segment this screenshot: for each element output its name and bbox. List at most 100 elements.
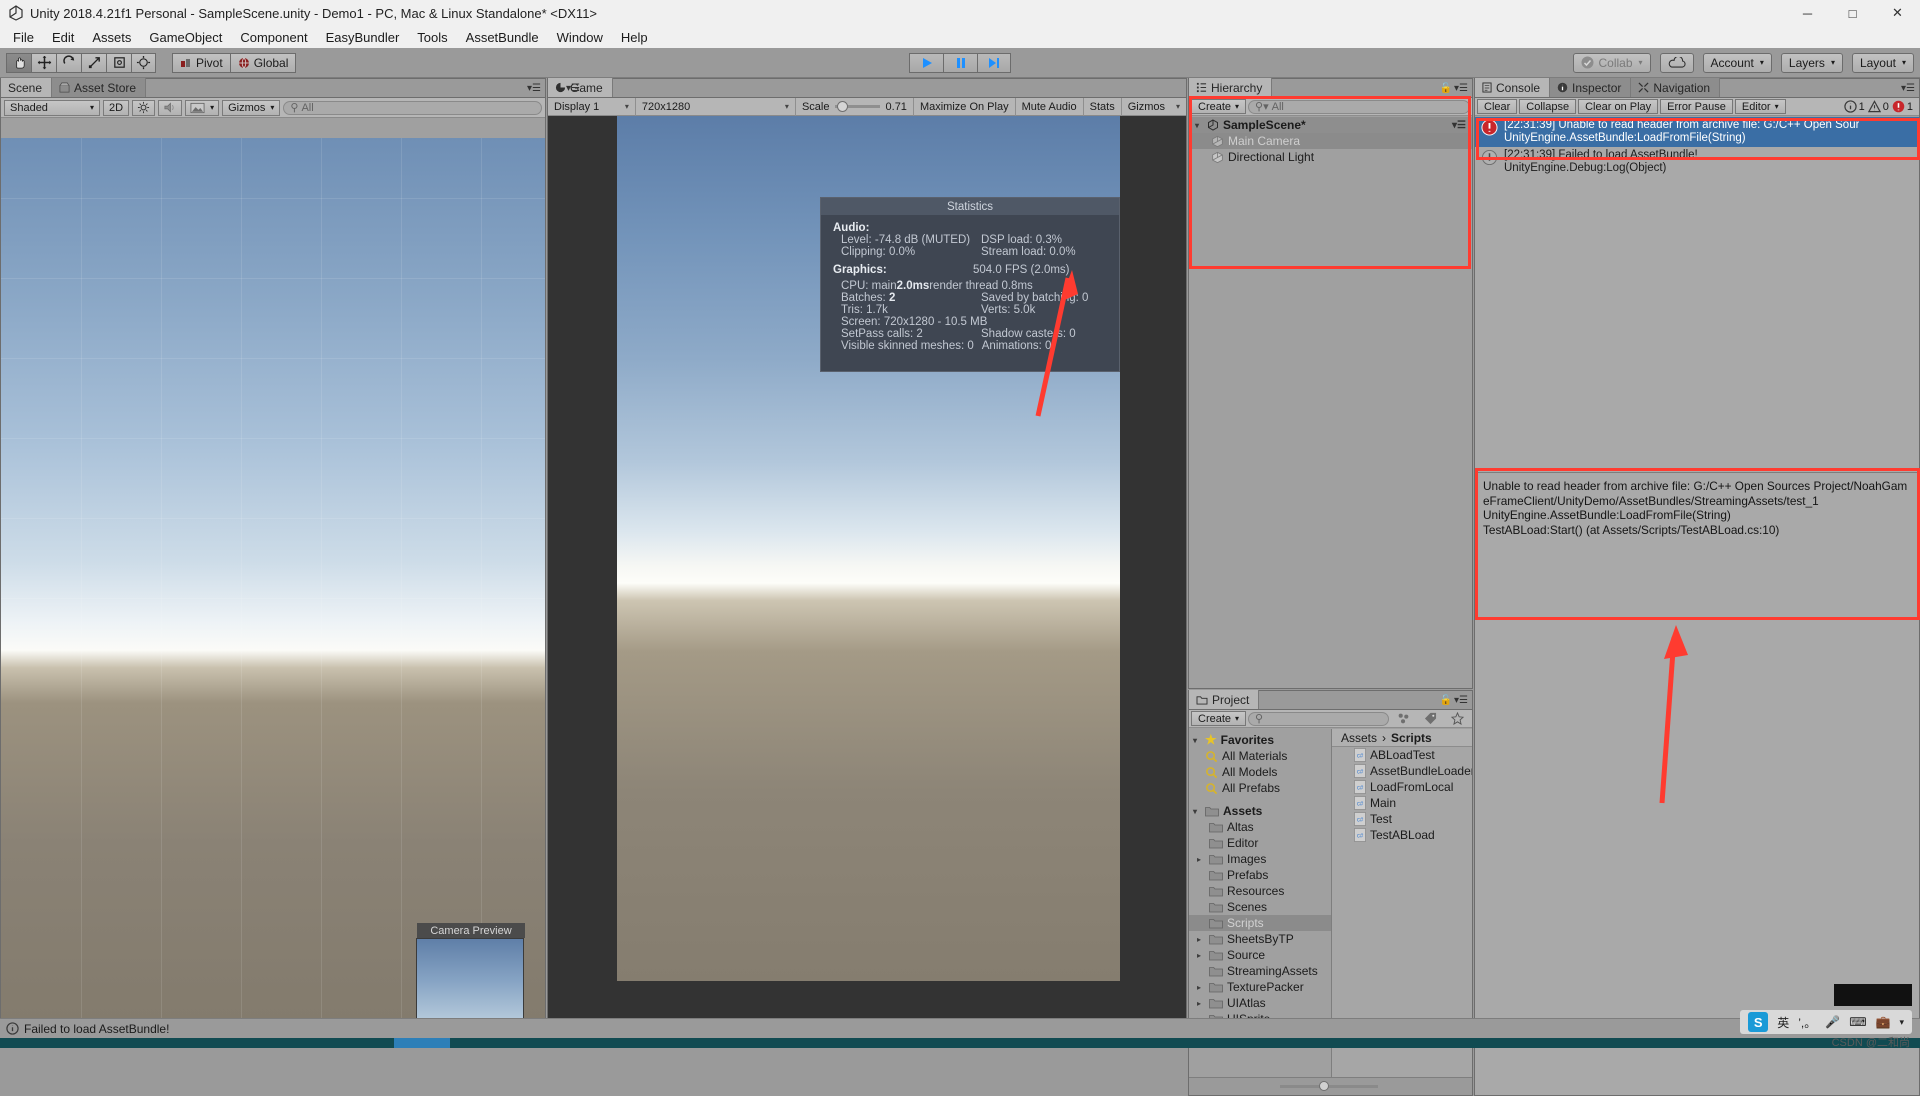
tab-inspector[interactable]: Inspector bbox=[1550, 78, 1631, 97]
project-search-input[interactable]: ⚲ bbox=[1248, 712, 1389, 726]
chevron-down-icon[interactable]: ▾ bbox=[1899, 1017, 1904, 1028]
chevron-right-icon[interactable]: ▸ bbox=[1197, 983, 1205, 992]
menu-help[interactable]: Help bbox=[612, 28, 657, 47]
breadcrumb-assets[interactable]: Assets bbox=[1341, 731, 1377, 745]
pivot-button[interactable]: Pivot bbox=[172, 53, 230, 73]
scale-slider[interactable]: Scale 0.71 bbox=[796, 98, 914, 116]
hand-tool-icon[interactable] bbox=[6, 53, 31, 73]
console-info-count[interactable]: 1 bbox=[1844, 100, 1865, 113]
project-favorite-all-prefabs[interactable]: All Prefabs bbox=[1189, 780, 1331, 796]
scene-audio-toggle[interactable] bbox=[158, 100, 182, 116]
project-folder-row[interactable]: ▸TexturePacker bbox=[1189, 979, 1331, 995]
menu-window[interactable]: Window bbox=[548, 28, 612, 47]
lock-icon[interactable]: 🔓 bbox=[1440, 83, 1452, 94]
project-folder-row[interactable]: Scripts bbox=[1189, 915, 1331, 931]
chevron-down-icon[interactable]: ▾ bbox=[1193, 736, 1201, 745]
rect-tool-icon[interactable] bbox=[106, 53, 131, 73]
project-favorite-all-models[interactable]: All Models bbox=[1189, 764, 1331, 780]
menu-edit[interactable]: Edit bbox=[43, 28, 83, 47]
panel-menu-icon[interactable]: ▾☰ bbox=[566, 83, 580, 94]
close-button[interactable]: ✕ bbox=[1875, 0, 1920, 26]
lock-icon[interactable]: 🔓 bbox=[1440, 695, 1452, 706]
hierarchy-scene-row[interactable]: ▾ SampleScene* ▾☰ bbox=[1189, 117, 1472, 133]
keyboard-icon[interactable]: ⌨ bbox=[1849, 1015, 1866, 1029]
resolution-dropdown[interactable]: 720x1280 ▾ bbox=[636, 98, 796, 116]
game-gizmos-dropdown[interactable]: Gizmos ▾ bbox=[1122, 98, 1186, 116]
project-zoom-slider[interactable] bbox=[1280, 1085, 1378, 1088]
tab-hierarchy[interactable]: Hierarchy bbox=[1189, 78, 1272, 97]
game-viewport[interactable]: Statistics Audio: Level: -74.8 dB (MUTED… bbox=[548, 116, 1186, 1021]
menu-file[interactable]: File bbox=[4, 28, 43, 47]
taskbar-active-item[interactable] bbox=[394, 1038, 450, 1048]
project-folder-row[interactable]: ▸Source bbox=[1189, 947, 1331, 963]
favorite-star-icon[interactable] bbox=[1445, 711, 1470, 726]
hierarchy-item-main-camera[interactable]: Main Camera bbox=[1189, 133, 1472, 149]
project-folder-row[interactable]: Editor bbox=[1189, 835, 1331, 851]
scale-slider-knob[interactable] bbox=[837, 101, 848, 112]
panel-menu-icon[interactable]: ▾☰ bbox=[527, 83, 541, 94]
console-editor-dropdown[interactable]: Editor ▾ bbox=[1735, 99, 1786, 114]
project-folder-row[interactable]: ▸UIAtlas bbox=[1189, 995, 1331, 1011]
maximize-button[interactable]: □ bbox=[1830, 0, 1875, 26]
tab-game[interactable]: Game bbox=[548, 78, 613, 97]
project-assets-header[interactable]: ▾ Assets bbox=[1189, 803, 1331, 819]
tab-scene[interactable]: Scene bbox=[1, 78, 52, 97]
menu-assets[interactable]: Assets bbox=[83, 28, 140, 47]
display-dropdown[interactable]: Display 1 ▾ bbox=[548, 98, 636, 116]
breadcrumb-scripts[interactable]: Scripts bbox=[1391, 731, 1432, 745]
console-collapse-toggle[interactable]: Collapse bbox=[1519, 99, 1576, 114]
project-favorites-header[interactable]: ▾ ★ Favorites bbox=[1189, 732, 1331, 748]
mic-icon[interactable]: 🎤 bbox=[1825, 1015, 1840, 1029]
ime-punctuation[interactable]: ’,。 bbox=[1798, 1014, 1816, 1031]
project-folder-row[interactable]: ▸SheetsByTP bbox=[1189, 931, 1331, 947]
chevron-down-icon[interactable]: ▾ bbox=[1195, 121, 1203, 130]
filter-by-label-icon[interactable] bbox=[1418, 711, 1443, 726]
maximize-on-play-toggle[interactable]: Maximize On Play bbox=[914, 98, 1016, 116]
panel-menu-icon[interactable]: ▾☰ bbox=[1454, 695, 1468, 706]
tab-console[interactable]: Console bbox=[1475, 78, 1550, 97]
play-button[interactable] bbox=[909, 53, 943, 73]
pause-button[interactable] bbox=[943, 53, 977, 73]
chevron-right-icon[interactable]: ▸ bbox=[1197, 999, 1205, 1008]
minimize-button[interactable]: ─ bbox=[1785, 0, 1830, 26]
scale-slider-track[interactable] bbox=[835, 105, 879, 108]
collab-button[interactable]: Collab ▾ bbox=[1573, 53, 1650, 73]
project-folder-row[interactable]: StreamingAssets bbox=[1189, 963, 1331, 979]
chevron-right-icon[interactable]: ▸ bbox=[1197, 935, 1205, 944]
cloud-button[interactable] bbox=[1660, 53, 1694, 73]
transform-tool-icon[interactable] bbox=[131, 53, 156, 73]
layers-button[interactable]: Layers ▾ bbox=[1781, 53, 1843, 73]
hierarchy-search-input[interactable]: ⚲▾ All bbox=[1248, 100, 1470, 114]
layout-button[interactable]: Layout ▾ bbox=[1852, 53, 1914, 73]
console-detail-pane[interactable]: Unable to read header from archive file:… bbox=[1476, 472, 1918, 644]
project-folder-row[interactable]: Scenes bbox=[1189, 899, 1331, 915]
scene-row-menu-icon[interactable]: ▾☰ bbox=[1452, 120, 1466, 131]
console-warning-count[interactable]: 0 bbox=[1868, 100, 1889, 113]
tab-project[interactable]: Project bbox=[1189, 690, 1259, 709]
hierarchy-item-directional-light[interactable]: Directional Light bbox=[1189, 149, 1472, 165]
project-file-row[interactable]: c#AssetBundleLoader bbox=[1332, 763, 1472, 779]
scene-lighting-toggle[interactable] bbox=[132, 100, 155, 116]
console-error-count[interactable]: 1 bbox=[1892, 100, 1913, 113]
scene-fx-dropdown[interactable]: ▾ bbox=[185, 100, 219, 116]
console-error-pause-toggle[interactable]: Error Pause bbox=[1660, 99, 1733, 114]
scene-viewport[interactable]: Camera Preview bbox=[1, 138, 545, 1021]
project-folder-row[interactable]: Altas bbox=[1189, 819, 1331, 835]
project-folder-row[interactable]: ▸Images bbox=[1189, 851, 1331, 867]
menu-component[interactable]: Component bbox=[231, 28, 316, 47]
project-file-row[interactable]: c#LoadFromLocal bbox=[1332, 779, 1472, 795]
project-zoom-knob[interactable] bbox=[1319, 1081, 1329, 1091]
stats-toggle[interactable]: Stats bbox=[1084, 98, 1122, 116]
sogou-logo-icon[interactable]: S bbox=[1748, 1012, 1768, 1032]
global-button[interactable]: Global bbox=[230, 53, 297, 73]
menu-assetbundle[interactable]: AssetBundle bbox=[457, 28, 548, 47]
project-file-row[interactable]: c#ABLoadTest bbox=[1332, 747, 1472, 763]
panel-menu-icon[interactable]: ▾☰ bbox=[1901, 83, 1915, 94]
console-log-row-error[interactable]: [22:31:39] Unable to read header from ar… bbox=[1475, 117, 1919, 147]
toolbox-icon[interactable]: 💼 bbox=[1876, 1015, 1891, 1029]
menu-easybundler[interactable]: EasyBundler bbox=[317, 28, 409, 47]
shading-mode-dropdown[interactable]: Shaded ▾ bbox=[4, 100, 100, 116]
console-clear-button[interactable]: Clear bbox=[1477, 99, 1517, 114]
menu-gameobject[interactable]: GameObject bbox=[140, 28, 231, 47]
project-file-row[interactable]: c#Main bbox=[1332, 795, 1472, 811]
